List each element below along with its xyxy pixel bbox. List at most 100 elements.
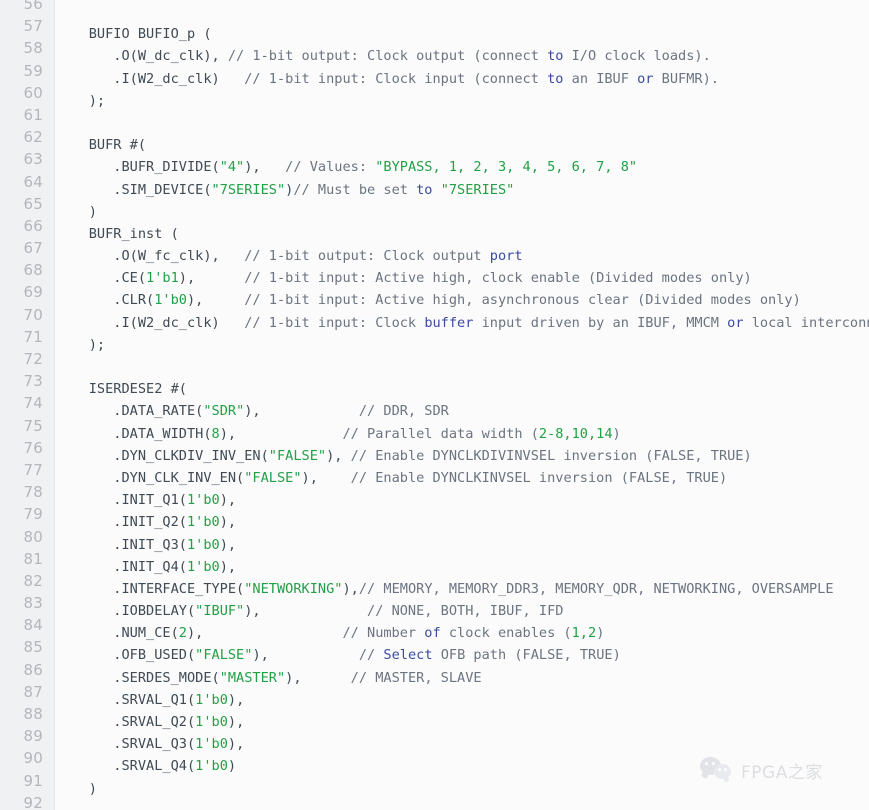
code-token: // Enable DYNCLKDIVINVSEL inversion (FAL… — [350, 447, 752, 464]
code-token: 1'b0 — [186, 558, 220, 575]
wechat-eye — [724, 768, 727, 771]
code-token: 1,2 — [571, 625, 597, 642]
code-token: // NONE, BOTH, IBUF, IFD — [367, 603, 564, 620]
line-number: 56 — [23, 0, 43, 13]
code-token: ), — [219, 425, 343, 442]
code-token: .SERDES_MODE( — [56, 669, 220, 686]
line-number: 72 — [23, 350, 43, 368]
code-token: ), — [244, 603, 368, 620]
code-token: // Parallel data width ( — [342, 425, 539, 442]
code-line: .DATA_RATE("SDR"), // DDR, SDR — [56, 400, 869, 422]
watermark-label: FPGA之家 — [741, 762, 823, 783]
code-token: .I(W2_dc_clk) — [56, 70, 245, 87]
code-token: .INTERFACE_TYPE( — [56, 580, 245, 597]
code-token: BUFR_inst ( — [56, 225, 179, 242]
code-line: .SRVAL_Q1(1'b0), — [56, 689, 869, 711]
line-number: 89 — [23, 727, 43, 746]
code-token: ), — [219, 492, 237, 509]
code-token: ), — [301, 469, 351, 486]
code-token: an IBUF — [563, 70, 638, 87]
code-token: 2-8,10,14 — [538, 425, 613, 442]
code-token: // Enable DYNCLKINVSEL inversion (FALSE,… — [350, 469, 728, 486]
code-token: .INIT_Q4( — [56, 558, 187, 575]
line-number: 76 — [23, 438, 43, 457]
line-number: 77 — [23, 460, 43, 479]
code-token: 1'b0 — [186, 536, 220, 553]
code-line: .NUM_CE(2), // Number of clock enables (… — [56, 622, 869, 644]
code-token: // 1-bit output: Clock output — [244, 248, 490, 265]
code-token: .DYN_CLK_INV_EN( — [56, 469, 245, 486]
code-token: .INIT_Q1( — [56, 492, 187, 509]
code-token: ), — [227, 714, 245, 730]
line-number: 87 — [23, 682, 43, 701]
code-token: ), — [326, 447, 351, 464]
code-token: BUFR #( — [56, 137, 147, 154]
code-token: .SRVAL_Q4( — [56, 758, 196, 775]
code-token: .DYN_CLKDIV_INV_EN( — [56, 447, 269, 464]
code-token: ), — [252, 647, 359, 664]
code-token: input driven by an IBUF, MMCM — [473, 314, 728, 331]
code-line: .CE(1'b1), // 1-bit input: Active high, … — [56, 267, 869, 289]
code-line: .INIT_Q2(1'b0), — [56, 511, 869, 533]
code-line: .INIT_Q3(1'b0), — [56, 534, 869, 556]
code-token: .INIT_Q3( — [56, 536, 187, 553]
code-line: .DYN_CLKDIV_INV_EN("FALSE"), // Enable D… — [56, 445, 869, 467]
line-number: 81 — [23, 549, 43, 568]
code-token: "7SERIES" — [211, 181, 286, 198]
code-content[interactable]: BUFIO BUFIO_p ( .O(W_dc_clk), // 1-bit o… — [56, 1, 869, 810]
code-token: "FALSE" — [195, 647, 253, 664]
code-line: BUFIO BUFIO_p ( — [56, 23, 869, 45]
line-number: 86 — [23, 660, 43, 679]
code-token: .SRVAL_Q1( — [56, 691, 196, 708]
code-token: .SRVAL_Q2( — [56, 714, 196, 730]
code-token: OFB path (FALSE, TRUE) — [432, 647, 621, 664]
code-token: .OFB_USED( — [56, 647, 196, 664]
code-token: ), — [227, 691, 245, 708]
code-token: 8 — [211, 425, 220, 442]
code-token: // 1-bit input: Active high, asynchronou… — [244, 292, 801, 309]
code-line: .INIT_Q4(1'b0), — [56, 556, 869, 578]
code-line: .DATA_WIDTH(8), // Parallel data width (… — [56, 423, 869, 445]
code-token: // Number — [342, 625, 425, 642]
code-line: .SERDES_MODE("MASTER"), // MASTER, SLAVE — [56, 667, 869, 689]
code-token: .SIM_DEVICE( — [56, 181, 212, 198]
code-line: .INIT_Q1(1'b0), — [56, 489, 869, 511]
code-token: ), — [342, 580, 359, 597]
code-token: .NUM_CE( — [56, 625, 179, 642]
line-number: 69 — [23, 283, 43, 302]
line-number: 66 — [23, 216, 43, 235]
wechat-eye — [712, 762, 715, 765]
code-token: "FALSE" — [244, 469, 302, 486]
line-number: 91 — [23, 771, 43, 790]
code-token: or — [727, 314, 744, 331]
code-token: local interconnect — [751, 314, 869, 331]
code-token: ); — [56, 92, 106, 109]
line-number: 71 — [23, 327, 43, 346]
code-token: ), — [178, 270, 245, 287]
code-line: ); — [56, 90, 869, 112]
line-number: 74 — [23, 394, 43, 413]
code-token: I/O clock loads). — [563, 48, 711, 65]
code-token: BUFMR). — [653, 70, 719, 87]
code-line: ISERDESE2 #( — [56, 378, 869, 400]
code-token: ), — [186, 625, 343, 642]
code-token: "4" — [219, 159, 245, 176]
line-number: 79 — [23, 505, 43, 524]
line-number: 64 — [23, 172, 43, 191]
code-token: port — [489, 248, 523, 265]
line-number: 84 — [23, 616, 43, 635]
code-line: .SIM_DEVICE("7SERIES")// Must be set to … — [56, 179, 869, 201]
code-token: 1'b0 — [195, 758, 228, 775]
code-token: ) — [56, 203, 97, 220]
code-token: to — [547, 70, 564, 87]
code-token: ), — [219, 558, 237, 575]
line-number: 58 — [23, 39, 43, 58]
line-number: 85 — [23, 638, 43, 657]
code-token: // MEMORY, MEMORY_DDR3, MEMORY_QDR, NETW… — [358, 580, 834, 597]
code-token: // — [358, 647, 384, 664]
code-token: Select — [383, 647, 433, 664]
code-line: .CLR(1'b0), // 1-bit input: Active high,… — [56, 289, 869, 311]
